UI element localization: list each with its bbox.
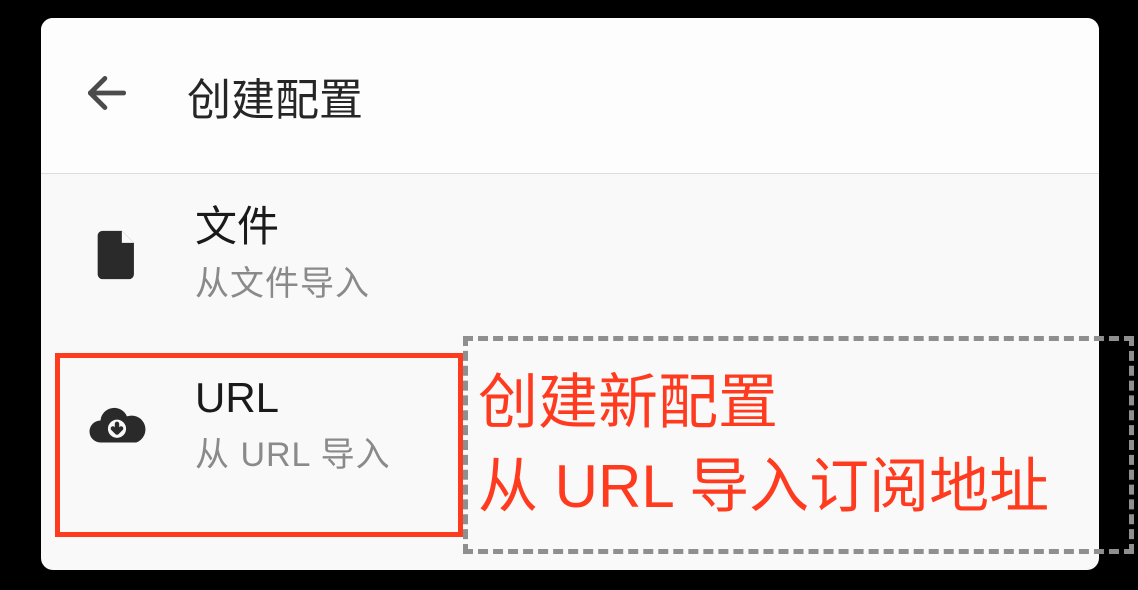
option-file-text: 文件 从文件导入 xyxy=(195,204,370,305)
option-title: URL xyxy=(195,375,391,421)
cloud-download-icon xyxy=(77,386,157,466)
header-bar: 创建配置 xyxy=(41,18,1099,174)
option-subtitle: 从 URL 导入 xyxy=(195,427,391,476)
option-url-text: URL 从 URL 导入 xyxy=(195,375,391,476)
create-config-panel: 创建配置 文件 从文件导入 xyxy=(41,18,1099,570)
arrow-left-icon xyxy=(82,68,132,123)
options-list: 文件 从文件导入 URL 从 URL 导入 xyxy=(41,174,1099,500)
file-icon xyxy=(77,215,157,295)
option-subtitle: 从文件导入 xyxy=(195,256,370,305)
option-url[interactable]: URL 从 URL 导入 xyxy=(41,329,1099,500)
back-button[interactable] xyxy=(77,66,137,126)
option-title: 文件 xyxy=(195,204,370,250)
option-file[interactable]: 文件 从文件导入 xyxy=(41,180,1099,329)
page-title: 创建配置 xyxy=(187,64,363,128)
